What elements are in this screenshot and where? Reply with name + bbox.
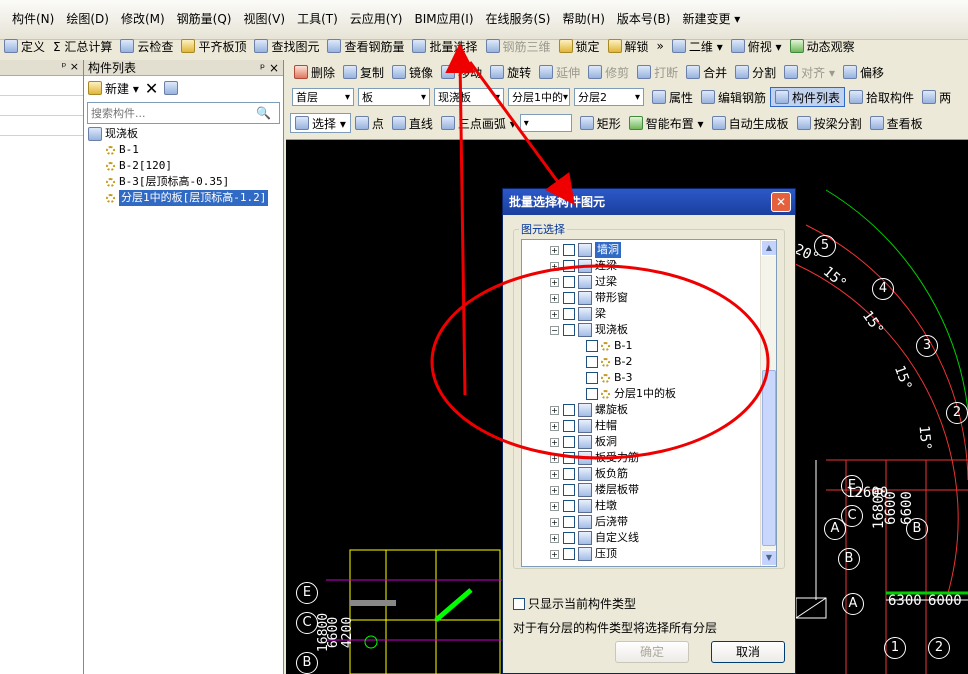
annotation-overlay [430, 43, 770, 460]
